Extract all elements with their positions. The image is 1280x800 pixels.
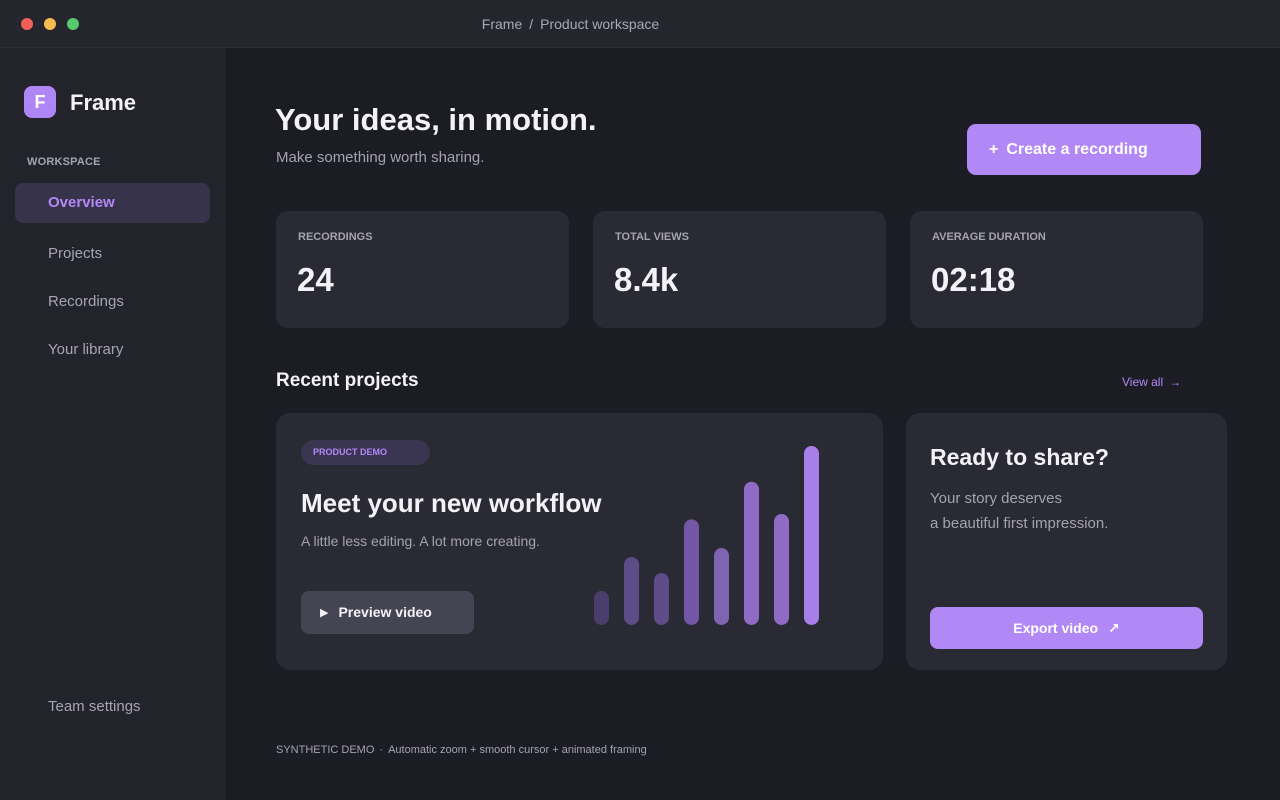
sidebar-item-recordings[interactable]: Recordings [15, 282, 210, 322]
stat-card-total-views: TOTAL VIEWS 8.4k [593, 211, 886, 328]
stat-card-average-duration: AVERAGE DURATION 02:18 [910, 211, 1203, 328]
stat-label: TOTAL VIEWS [615, 231, 689, 243]
sidebar: F Frame WORKSPACE Overview Projects Reco… [0, 48, 226, 800]
recent-projects-heading: Recent projects [276, 370, 419, 391]
arrow-right-icon: → [1169, 375, 1182, 389]
app-name: Frame [70, 90, 137, 115]
main-content: Your ideas, in motion. Make something wo… [226, 48, 1280, 800]
export-video-label: Export video [1013, 620, 1099, 636]
share-title: Ready to share? [930, 444, 1109, 470]
play-icon: ▶ [320, 607, 329, 619]
share-card: Ready to share? Your story deserves a be… [906, 413, 1227, 670]
app-logo-icon: F [24, 86, 56, 118]
project-subtitle: A little less editing. A lot more creati… [301, 533, 540, 549]
sidebar-item-projects[interactable]: Projects [15, 234, 210, 274]
breadcrumb-separator: / [529, 16, 534, 32]
plus-icon: + [989, 141, 999, 158]
stat-value: 02:18 [931, 261, 1016, 298]
share-description-line: Your story deserves [930, 490, 1063, 507]
footer-label: SYNTHETIC DEMO [276, 744, 375, 756]
external-arrow-icon: ↗ [1108, 620, 1120, 636]
stat-value: 24 [297, 261, 334, 298]
breadcrumb: Frame / Product workspace [0, 16, 1141, 32]
footer-caption: SYNTHETIC DEMO · Automatic zoom + smooth c… [276, 744, 647, 756]
view-all-link[interactable]: View all → [1122, 375, 1181, 389]
share-description-line: a beautiful first impression. [930, 515, 1109, 532]
level-bar [654, 573, 669, 625]
stat-card-recordings: RECORDINGS 24 [276, 211, 569, 328]
footer-text: Automatic zoom + smooth cursor + animate… [388, 744, 647, 756]
preview-video-button[interactable]: ▶ Preview video [301, 591, 474, 634]
stat-label: RECORDINGS [298, 231, 373, 243]
create-recording-label: Create a recording [1006, 141, 1148, 158]
stat-label: AVERAGE DURATION [932, 231, 1046, 243]
level-bar [774, 514, 789, 625]
level-bar [714, 548, 729, 625]
sidebar-item-overview[interactable]: Overview [15, 183, 210, 223]
project-title: Meet your new workflow [301, 488, 602, 518]
level-bar [684, 519, 699, 625]
sidebar-section-label: WORKSPACE [27, 156, 101, 168]
export-video-button[interactable]: Export video ↗ [930, 607, 1203, 649]
level-bar [744, 481, 759, 625]
level-bar [594, 590, 609, 625]
sidebar-item-your-library[interactable]: Your library [15, 330, 210, 370]
level-bar [624, 556, 639, 625]
page-title: Your ideas, in motion. [275, 102, 597, 137]
project-card[interactable]: PRODUCT DEMO Meet your new workflow A li… [276, 413, 883, 670]
project-tag-badge: PRODUCT DEMO [301, 440, 430, 465]
page-subtitle: Make something worth sharing. [276, 149, 485, 166]
sidebar-item-team-settings[interactable]: Team settings [15, 687, 210, 727]
window-titlebar: Frame / Product workspace [0, 0, 1280, 48]
create-recording-button[interactable]: + Create a recording [967, 124, 1201, 175]
breadcrumb-app[interactable]: Frame [482, 16, 522, 32]
level-bar [804, 446, 819, 625]
view-all-label: View all [1122, 375, 1164, 389]
breadcrumb-workspace[interactable]: Product workspace [540, 16, 659, 32]
stat-value: 8.4k [614, 261, 679, 298]
footer-separator: · [379, 744, 384, 756]
preview-video-label: Preview video [338, 604, 432, 620]
